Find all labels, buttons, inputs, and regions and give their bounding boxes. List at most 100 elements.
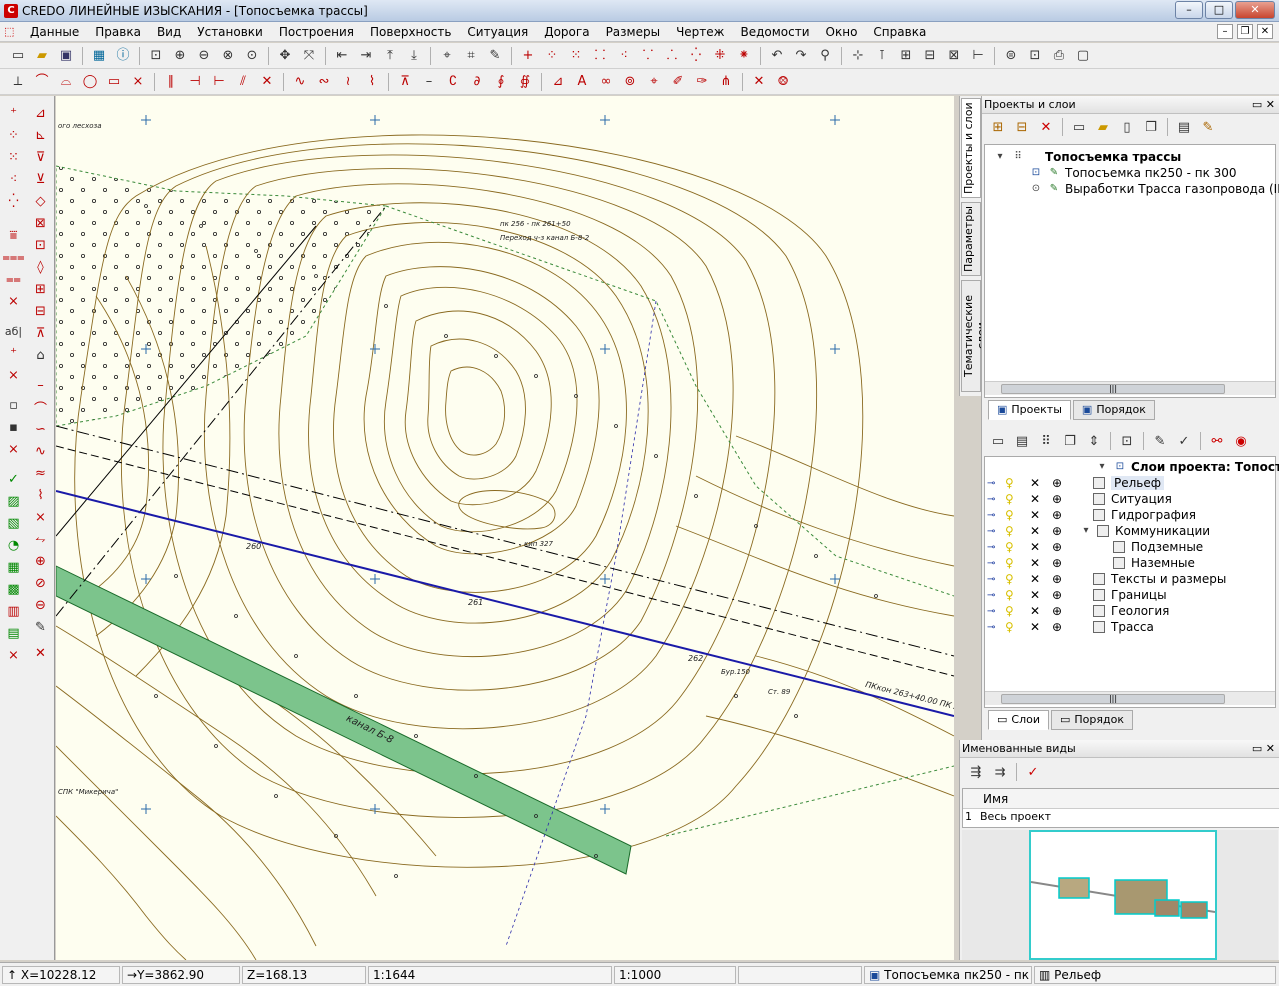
- visibility-bulb-icon[interactable]: ♀: [1005, 572, 1025, 586]
- menu-edit[interactable]: Правка: [87, 22, 149, 42]
- lock-icon[interactable]: ⊸: [987, 558, 1005, 569]
- tree-item[interactable]: ⊡ ✎ Топосъемка пк250 - пк 300: [1029, 165, 1237, 181]
- point-move-icon[interactable]: ⁙: [566, 46, 586, 66]
- surface-g-icon[interactable]: ▤: [4, 622, 24, 644]
- delete-all-icon[interactable]: ⨷: [773, 72, 793, 92]
- sign-icon[interactable]: ⊚: [620, 72, 640, 92]
- point-list-icon[interactable]: ⸫: [662, 46, 682, 66]
- hide-icon[interactable]: ✕: [1025, 492, 1045, 506]
- tree-add-icon[interactable]: ⊞: [988, 117, 1008, 137]
- layer-row[interactable]: ⊸ ♀ ✕ ⊕ Трасса: [987, 619, 1154, 635]
- snap-target-icon[interactable]: ⊕: [1045, 476, 1069, 490]
- tree-delete-icon[interactable]: ✕: [1036, 117, 1056, 137]
- contour-b-icon[interactable]: ∂: [467, 72, 487, 92]
- layer-new-icon[interactable]: ▭: [988, 431, 1008, 451]
- hide-icon[interactable]: ✕: [1025, 620, 1045, 634]
- contour-d-icon[interactable]: ∯: [515, 72, 535, 92]
- arc-v-icon[interactable]: ⌒: [31, 396, 51, 418]
- curve-c-icon[interactable]: ≈: [31, 462, 51, 484]
- grid-c-icon[interactable]: ⩵: [4, 268, 24, 290]
- poly-h-icon[interactable]: ◊: [31, 256, 51, 278]
- layer-brush-icon[interactable]: ✎: [1150, 431, 1170, 451]
- project-save-icon[interactable]: ▯: [1117, 117, 1137, 137]
- menu-situation[interactable]: Ситуация: [459, 22, 536, 42]
- snap-grid-icon[interactable]: ⊞: [896, 46, 916, 66]
- tab-projects[interactable]: ▣ Проекты: [988, 400, 1071, 420]
- lock-icon[interactable]: ⊸: [987, 574, 1005, 585]
- hide-icon[interactable]: ✕: [1025, 524, 1045, 538]
- tab-parameters[interactable]: Параметры: [961, 202, 981, 276]
- curve-g-icon[interactable]: ⊘: [31, 572, 51, 594]
- hide-icon[interactable]: ✕: [1025, 556, 1045, 570]
- lock-icon[interactable]: ⊸: [987, 542, 1005, 553]
- maximize-button[interactable]: □: [1205, 1, 1233, 19]
- extend-icon[interactable]: ⊢: [209, 72, 229, 92]
- move-left-icon[interactable]: ⇤: [332, 46, 352, 66]
- snap-target icon[interactable]: ⊕: [1045, 540, 1069, 554]
- snap-target-icon[interactable]: ⊕: [1045, 620, 1069, 634]
- label-icon[interactable]: ∞: [596, 72, 616, 92]
- snap-target-icon[interactable]: ⊕: [1045, 588, 1069, 602]
- point-move-v-icon[interactable]: ⁙: [4, 146, 24, 168]
- panel-close-icon[interactable]: ✕: [1266, 742, 1275, 755]
- layer-row[interactable]: ⊸ ♀ ✕ ⊕ Гидрография: [987, 507, 1196, 523]
- point-edit-v-icon[interactable]: ⁖: [4, 168, 24, 190]
- surface-e-icon[interactable]: ▩: [4, 578, 24, 600]
- surface-f-icon[interactable]: ▥: [4, 600, 24, 622]
- layer-props-icon[interactable]: ▤: [1012, 431, 1032, 451]
- visibility-bulb-icon[interactable]: ♀: [1005, 524, 1025, 538]
- arc-icon[interactable]: ⌒: [32, 72, 52, 92]
- menu-road[interactable]: Дорога: [536, 22, 597, 42]
- view-add-icon[interactable]: ⇶: [966, 762, 986, 782]
- zoom-window-icon[interactable]: ⊡: [146, 46, 166, 66]
- delete-element-icon[interactable]: ✕: [257, 72, 277, 92]
- projects-scrollbar[interactable]: |||: [985, 381, 1275, 395]
- snap-line-icon[interactable]: ⊺: [872, 46, 892, 66]
- project-new-icon[interactable]: ▭: [1069, 117, 1089, 137]
- layer-row[interactable]: ⊸ ♀ ✕ ⊕ Границы: [987, 587, 1167, 603]
- move-up-icon[interactable]: ⤒: [380, 46, 400, 66]
- poly-i-icon[interactable]: ⊞: [31, 278, 51, 300]
- snap-object-icon[interactable]: ⊟: [920, 46, 940, 66]
- menu-view[interactable]: Вид: [149, 22, 189, 42]
- zoom-view-icon[interactable]: ⊜: [1001, 46, 1021, 66]
- panel-float-icon[interactable]: ▭: [1252, 742, 1262, 755]
- poly-l-icon[interactable]: ⌂: [31, 344, 51, 366]
- view-update-icon[interactable]: ⇉: [990, 762, 1010, 782]
- lock-icon[interactable]: ⊸: [987, 510, 1005, 521]
- rectangle-icon[interactable]: ▭: [104, 72, 124, 92]
- collapse-icon[interactable]: ▾: [1095, 461, 1109, 473]
- text-abc-icon[interactable]: аб|: [4, 320, 24, 342]
- marker-icon[interactable]: ✑: [692, 72, 712, 92]
- hide-icon[interactable]: ✕: [1025, 540, 1045, 554]
- tree-item[interactable]: ⊙ ✎ Выработки Трасса газопровода (II оче: [1029, 181, 1279, 197]
- curve-a-icon[interactable]: ∽: [31, 418, 51, 440]
- point-snap-v-icon[interactable]: ⁛: [4, 190, 24, 212]
- surface-delete-icon[interactable]: ⨯: [4, 644, 24, 666]
- print-icon[interactable]: ⎙: [1049, 46, 1069, 66]
- hide-icon[interactable]: ✕: [1025, 572, 1045, 586]
- point-tool-icon[interactable]: ⁘: [542, 46, 562, 66]
- visibility-bulb-icon[interactable]: ♀: [1005, 620, 1025, 634]
- poly-j-icon[interactable]: ⊟: [31, 300, 51, 322]
- select-icon[interactable]: ⌖: [437, 46, 457, 66]
- zoom-all-icon[interactable]: ⊗: [218, 46, 238, 66]
- poly-a-icon[interactable]: ⊿: [31, 102, 51, 124]
- poly-g-icon[interactable]: ⊡: [31, 234, 51, 256]
- snap-node-icon[interactable]: ⊹: [848, 46, 868, 66]
- zoom-out-icon[interactable]: ⊖: [194, 46, 214, 66]
- poly-d-icon[interactable]: ⊻: [31, 168, 51, 190]
- mdi-minimize-button[interactable]: –: [1217, 24, 1233, 39]
- zoom-previous-icon[interactable]: ⊙: [242, 46, 262, 66]
- layers-icon[interactable]: ▦: [89, 46, 109, 66]
- menu-data[interactable]: Данные: [22, 22, 87, 42]
- clothoid-icon[interactable]: ∾: [314, 72, 334, 92]
- point-align-icon[interactable]: ⁜: [710, 46, 730, 66]
- select-region-icon[interactable]: ⌗: [461, 46, 481, 66]
- curve-f-icon[interactable]: ⊕: [31, 550, 51, 572]
- menu-drawing[interactable]: Чертеж: [668, 22, 732, 42]
- text-icon[interactable]: A: [572, 72, 592, 92]
- project-edit-icon[interactable]: ✎: [1198, 117, 1218, 137]
- menu-constructions[interactable]: Построения: [271, 22, 362, 42]
- save-icon[interactable]: ▣: [56, 46, 76, 66]
